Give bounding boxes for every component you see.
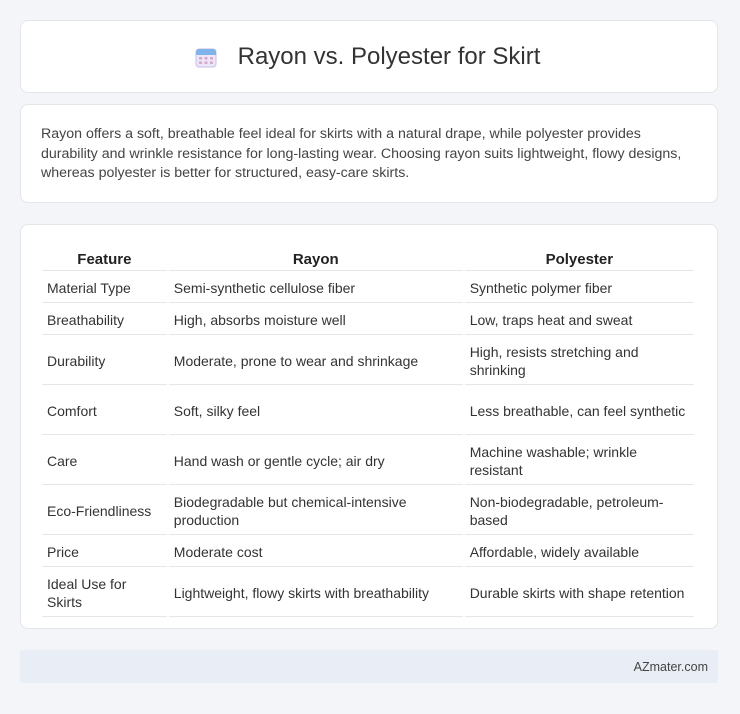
rayon-cell: Semi-synthetic cellulose fiber: [168, 273, 463, 303]
table-row: Care Hand wash or gentle cycle; air dry …: [42, 437, 694, 485]
polyester-cell: High, resists stretching and shrinking: [464, 337, 694, 385]
feature-cell: Eco-Friendliness: [42, 487, 167, 535]
feature-cell: Care: [42, 437, 167, 485]
page-title: Rayon vs. Polyester for Skirt: [237, 42, 541, 70]
rayon-cell: Moderate, prone to wear and shrinkage: [168, 337, 463, 385]
title-group: Rayon vs. Polyester for Skirt: [194, 42, 541, 71]
feature-cell: Ideal Use for Skirts: [42, 569, 167, 617]
polyester-cell: Machine washable; wrinkle resistant: [464, 437, 694, 485]
footer-site-label: AZmater.com: [633, 659, 708, 674]
polyester-cell: Low, traps heat and sweat: [464, 305, 694, 335]
footer: AZmater.com: [20, 650, 718, 683]
feature-cell: Breathability: [42, 305, 167, 335]
table-header-row: Feature Rayon Polyester: [42, 245, 694, 271]
title-card: Rayon vs. Polyester for Skirt: [20, 20, 718, 93]
table-row: Durability Moderate, prone to wear and s…: [42, 337, 694, 385]
polyester-cell: Synthetic polymer fiber: [464, 273, 694, 303]
polyester-cell: Affordable, widely available: [464, 537, 694, 567]
rayon-cell: High, absorbs moisture well: [168, 305, 463, 335]
intro-text: Rayon offers a soft, breathable feel ide…: [41, 126, 682, 181]
rayon-cell: Soft, silky feel: [168, 387, 463, 435]
rayon-cell: Hand wash or gentle cycle; air dry: [168, 437, 463, 485]
polyester-cell: Less breathable, can feel synthetic: [464, 387, 694, 435]
table-row: Ideal Use for Skirts Lightweight, flowy …: [42, 569, 694, 617]
table-row: Breathability High, absorbs moisture wel…: [42, 305, 694, 335]
table-row: Price Moderate cost Affordable, widely a…: [42, 537, 694, 567]
calendar-icon: [194, 45, 218, 69]
rayon-cell: Moderate cost: [168, 537, 463, 567]
table-row: Comfort Soft, silky feel Less breathable…: [42, 387, 694, 435]
header-feature: Feature: [42, 245, 167, 271]
rayon-cell: Biodegradable but chemical-intensive pro…: [168, 487, 463, 535]
feature-cell: Price: [42, 537, 167, 567]
polyester-cell: Non-biodegradable, petroleum-based: [464, 487, 694, 535]
comparison-table: Feature Rayon Polyester Material Type Se…: [40, 243, 696, 619]
header-polyester: Polyester: [464, 245, 694, 271]
header-rayon: Rayon: [168, 245, 463, 271]
feature-cell: Comfort: [42, 387, 167, 435]
table-row: Eco-Friendliness Biodegradable but chemi…: [42, 487, 694, 535]
table-row: Material Type Semi-synthetic cellulose f…: [42, 273, 694, 303]
polyester-cell: Durable skirts with shape retention: [464, 569, 694, 617]
intro-card: Rayon offers a soft, breathable feel ide…: [20, 104, 718, 203]
feature-cell: Material Type: [42, 273, 167, 303]
feature-cell: Durability: [42, 337, 167, 385]
rayon-cell: Lightweight, flowy skirts with breathabi…: [168, 569, 463, 617]
comparison-card: Feature Rayon Polyester Material Type Se…: [20, 224, 718, 629]
